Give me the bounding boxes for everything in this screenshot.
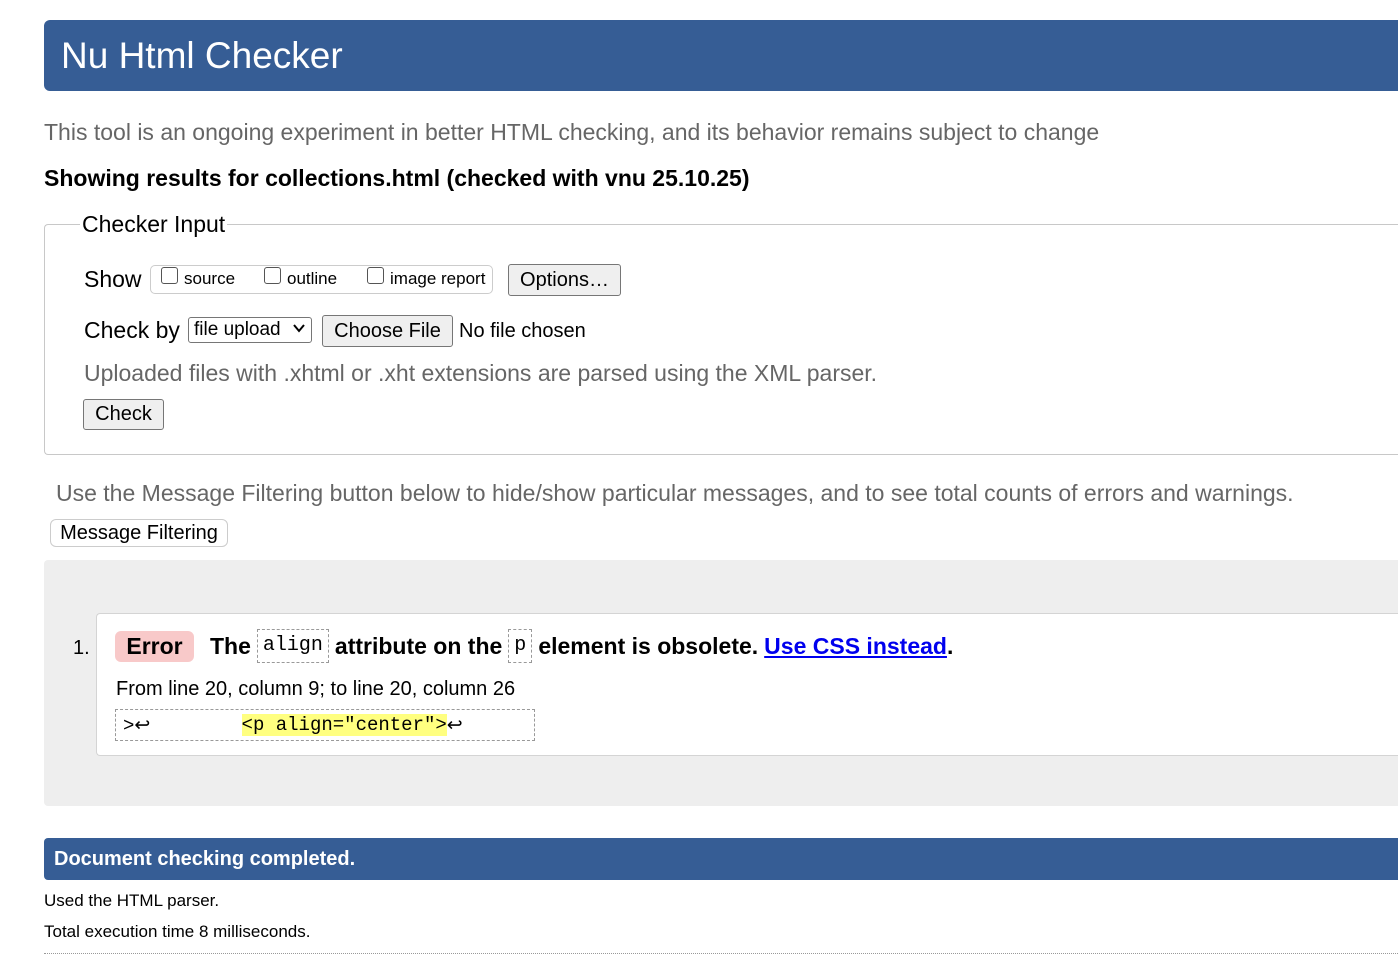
element-code: p (508, 629, 533, 663)
show-outline-checkbox[interactable]: outline (264, 266, 338, 290)
extract-before: >↩ (123, 714, 242, 737)
check-by-value: file upload (194, 319, 281, 340)
results-heading: Showing results for collections.html (ch… (44, 165, 750, 191)
page-title: Nu Html Checker (61, 35, 343, 76)
checkbox-label: image report (390, 269, 486, 288)
message-location: From line 20, column 9; to line 20, colu… (116, 678, 516, 700)
no-file-chosen-text: No file chosen (459, 320, 586, 342)
message-filtering-button[interactable]: Message Filtering (50, 519, 228, 547)
message-filtering-hint: Use the Message Filtering button below t… (56, 480, 1294, 506)
intro-text: This tool is an ongoing experiment in be… (44, 119, 1100, 145)
message-number: 1. (73, 637, 90, 659)
use-css-instead-link[interactable]: Use CSS instead (764, 633, 947, 660)
extract-after: ↩ (446, 714, 463, 737)
message-text-part: element is obsolete. (538, 632, 759, 659)
page-header: Nu Html Checker (44, 20, 1398, 91)
attribute-code: align (256, 629, 329, 663)
show-image-report-checkbox[interactable]: image report (367, 266, 486, 290)
check-by-label: Check by (84, 317, 180, 343)
checker-input-legend: Checker Input (80, 209, 228, 239)
checkbox-icon[interactable] (367, 266, 384, 284)
completion-banner: Document checking completed. (44, 838, 1398, 880)
execution-time: Total execution time 8 milliseconds. (44, 922, 311, 941)
show-options-group: source outline image report (150, 265, 493, 294)
xml-parser-note: Uploaded files with .xhtml or .xht exten… (84, 360, 878, 386)
error-badge: Error (115, 631, 194, 662)
checkbox-label: outline (287, 269, 338, 288)
check-button[interactable]: Check (83, 399, 164, 430)
message-text-part: attribute on the (334, 632, 503, 659)
choose-file-button[interactable]: Choose File (322, 315, 453, 347)
footer-divider (44, 953, 1398, 954)
chevron-down-icon (293, 321, 305, 337)
checkbox-icon[interactable] (264, 266, 281, 284)
message-text-part: The (210, 632, 251, 659)
checkbox-icon[interactable] (161, 266, 178, 284)
parser-note: Used the HTML parser. (44, 891, 220, 910)
checkbox-label: source (184, 269, 236, 288)
show-label: Show (84, 266, 142, 292)
message-text-part: . (946, 632, 954, 659)
message-text: The align attribute on the p element is … (210, 627, 953, 665)
show-source-checkbox[interactable]: source (161, 266, 236, 290)
options-button[interactable]: Options… (508, 264, 621, 296)
source-extract: >↩ <p align="center"> ↩ (115, 709, 535, 741)
check-by-select[interactable]: file upload (188, 317, 312, 343)
extract-highlight: <p align="center"> (241, 714, 447, 736)
